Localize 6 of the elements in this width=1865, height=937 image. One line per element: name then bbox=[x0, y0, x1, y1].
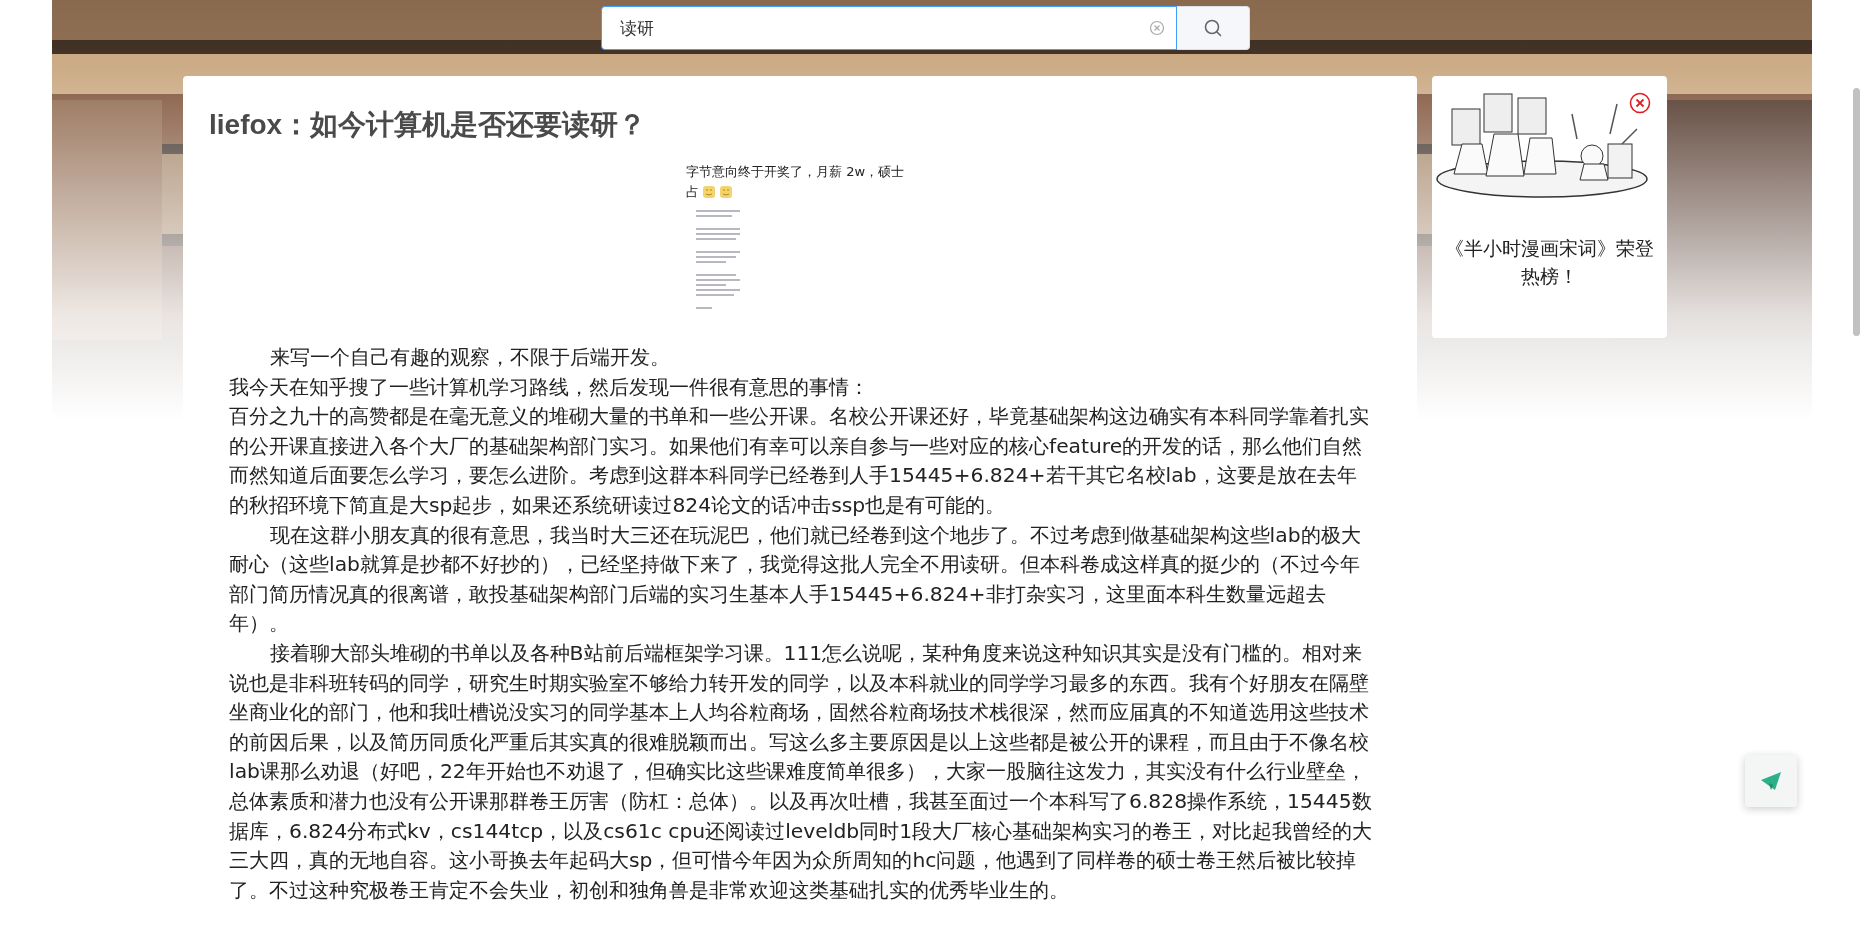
send-button[interactable] bbox=[1745, 755, 1797, 807]
article-paragraph: 接着聊大部头堆砌的书单以及各种B站前后端框架学习课。111怎么说呢，某种角度来说这种知识其实是没有门槛的。相对来说也是非科班转码的同学，研究生时期实验室不够给力转开发的同学，以及本科就业的同学学习最多的东西。我有个好朋友在隔壁坐商业化的部门，他和我吐槽说没实习的同学基本上人均谷粒商场，固然谷粒商场技术栈很深，然而应届真的不知道选用这些技术的前因后果，以及简历同质化严重后其实真的很难脱颖而出。写这么多主要原因是以上这些都是被公开的课程，而且由于不像名校lab课那么劝退（好吧，22年开始也不劝退了，但确实比这些课难度简单很多），大家一股脑往这发力，其实没有什么行业壁垒，总体素质和潜力也没有公开课那群卷王厉害（防杠：总体）。以及再次吐槽，我甚至面过一个本科写了6.828操作系统，15445数据库，6.824分布式kv，cs144tcp，以及cs61c cpu还阅读过leveldb同时1段大厂核心基础架构实习的卷王，对比起我曾经的大三大四，真的无地自容。这小哥换去年起码大sp，但可惜今年因为众所周知的hc问题，他遇到了同样卷的硕士卷王然后被比较掉了。不过这种究极卷王肯定不会失业，初创和独角兽是非常欢迎这类基础扎实的优秀毕业生的。 bbox=[229, 639, 1373, 904]
article-paragraph: 现在这群小朋友真的很有意思，我当时大三还在玩泥巴，他们就已经卷到这个地步了。不过考虑到做基础架构这些lab的极大耐心（这些lab就算是抄都不好抄的），已经坚持做下来了，我觉得这批人完全不用读研。但本科卷成这样真的挺少的（不过今年部门简历情况真的很离谱，敢投基础架构部门后端的实习生基本人手15445+6.824+非打杂实习，这里面本科生数量远超去年）。 bbox=[229, 521, 1362, 638]
article-paragraph: 百分之九十的高赞都是在毫无意义的堆砌大量的书单和一些公开课。名校公开课还好，毕竟基础架构这边确实有本科同学靠着扎实的公开课直接进入各个大厂的基础架构部门实习。如果他们有幸可以亲自参与一些对应的核心feature的开发的话，那么他们自然而然知道后面要怎么学习，要怎么进阶。考虑到这群本科同学已经卷到人手15445+6.824+若干其它名校lab，这要是放在去年的秋招环境下简直是大sp起步，如果还系统研读过824论文的话冲击ssp也是有可能的。 bbox=[229, 403, 1370, 519]
scrollbar-thumb[interactable] bbox=[1853, 88, 1860, 336]
paper-plane-icon bbox=[1760, 770, 1782, 792]
